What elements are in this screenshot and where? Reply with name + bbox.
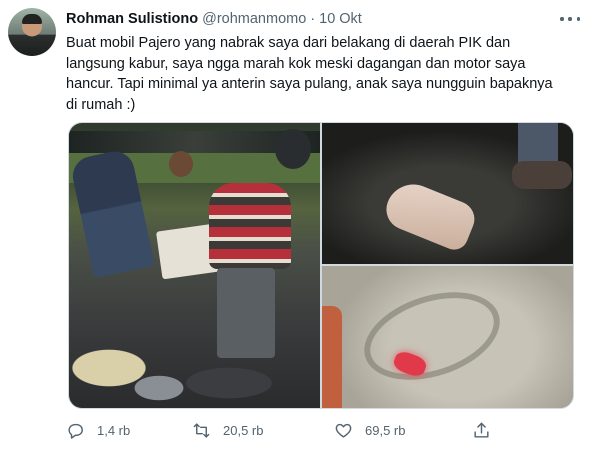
share-button[interactable]: [472, 418, 491, 442]
media-grid: [68, 122, 574, 409]
photo-men-picking-up-goods[interactable]: [69, 123, 320, 408]
avatar[interactable]: [8, 8, 56, 56]
like-count: 69,5 rb: [365, 422, 406, 438]
author-handle[interactable]: @rohmanmomo: [202, 11, 306, 27]
photo-cloth-fold: [353, 276, 511, 396]
heart-icon: [335, 423, 352, 438]
share-icon: [474, 422, 489, 438]
photo-helmet: [275, 129, 311, 169]
retweet-icon: [193, 422, 210, 438]
reply-count: 1,4 rb: [97, 422, 131, 438]
dot-2: [568, 17, 572, 21]
photo-bloodied-cloth[interactable]: [322, 266, 573, 408]
reply-button[interactable]: 1,4 rb: [66, 418, 130, 442]
photo-shoe: [512, 161, 572, 189]
photo-pant-leg: [518, 123, 558, 165]
tweet-text: Buat mobil Pajero yang nabrak saya dari …: [66, 33, 576, 115]
like-button[interactable]: 69,5 rb: [334, 418, 405, 442]
photo-person-striped: [209, 183, 291, 269]
tweet-text-line: di rumah :): [66, 96, 136, 113]
photo-legs: [217, 268, 275, 358]
tweet-timestamp[interactable]: 10 Okt: [319, 11, 362, 27]
dot-3: [576, 17, 580, 21]
dot-1: [560, 17, 564, 21]
tweet-header: Rohman Sulistiono @rohmanmomo · 10 Okt: [66, 9, 362, 29]
photo-skin: [322, 306, 342, 408]
tweet-text-line: Buat mobil Pajero yang nabrak saya dari …: [66, 35, 511, 51]
action-bar: 1,4 rb 20,5 rb 69,5 rb: [66, 418, 526, 442]
tweet[interactable]: Rohman Sulistiono @rohmanmomo · 10 Okt B…: [0, 0, 593, 450]
author-name[interactable]: Rohman Sulistiono: [66, 11, 198, 27]
photo-head: [169, 151, 193, 177]
tweet-text-line: langsung kabur, saya ngga marah kok mesk…: [66, 55, 526, 72]
retweet-count: 20,5 rb: [223, 422, 264, 438]
avatar-cap: [22, 14, 42, 24]
tweet-text-line: hancur. Tapi minimal ya anterin saya pul…: [66, 76, 553, 92]
reply-icon: [68, 423, 83, 439]
photo-injured-foot[interactable]: [322, 123, 573, 264]
more-dots-icon[interactable]: [560, 12, 580, 26]
retweet-button[interactable]: 20,5 rb: [192, 418, 263, 442]
photo-foot: [380, 176, 480, 254]
separator-dot: ·: [310, 11, 316, 27]
